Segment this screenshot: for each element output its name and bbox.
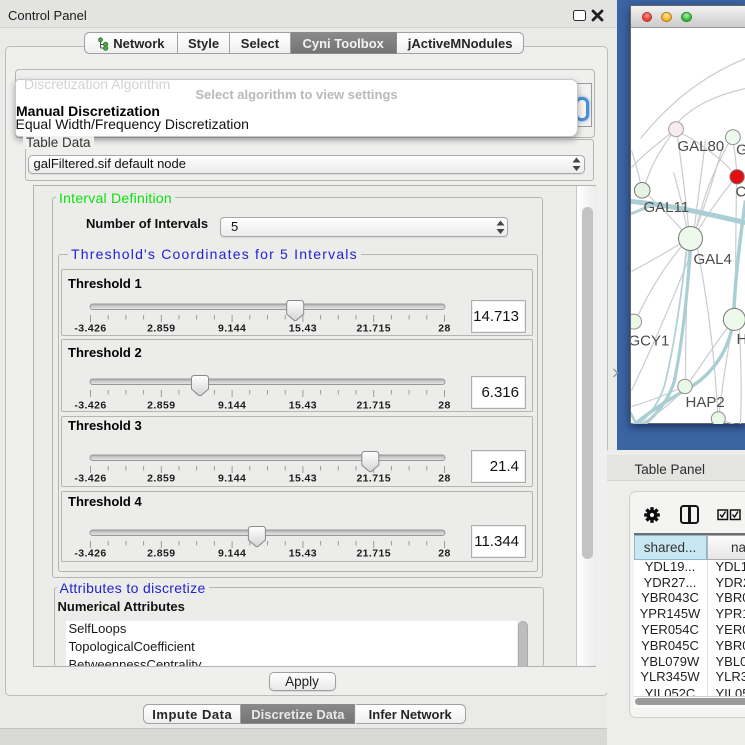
svg-text:GAL4: GAL4 [693,251,731,268]
svg-text:28: 28 [438,400,450,412]
svg-text:2.859: 2.859 [147,400,175,412]
svg-text:28: 28 [438,473,450,485]
svg-text:9.144: 9.144 [218,323,246,335]
svg-text:2.859: 2.859 [147,323,175,335]
svg-text:28: 28 [438,323,450,335]
svg-text:21.715: 21.715 [356,548,391,560]
svg-text:C: C [735,183,745,200]
svg-text:21.715: 21.715 [356,323,391,335]
svg-text:2.859: 2.859 [147,473,175,485]
svg-text:15.43: 15.43 [289,323,317,335]
svg-text:21.715: 21.715 [356,473,391,485]
svg-text:-3.426: -3.426 [74,473,106,485]
svg-text:9.144: 9.144 [218,473,246,485]
svg-text:GA: GA [736,141,745,158]
svg-text:-3.426: -3.426 [74,323,106,335]
svg-text:-3.426: -3.426 [74,400,106,412]
svg-text:-3.426: -3.426 [74,548,106,560]
svg-text:15.43: 15.43 [289,400,317,412]
svg-text:15.43: 15.43 [289,548,317,560]
svg-text:H: H [736,331,745,348]
svg-text:2.859: 2.859 [147,548,175,560]
svg-text:15.43: 15.43 [289,473,317,485]
svg-text:GAL11: GAL11 [643,199,689,216]
svg-text:GCY1: GCY1 [631,332,669,349]
svg-text:9.144: 9.144 [218,548,246,560]
svg-text:HAP2: HAP2 [685,394,724,411]
svg-text:21.715: 21.715 [356,400,391,412]
svg-text:28: 28 [438,548,450,560]
svg-text:9.144: 9.144 [218,400,246,412]
svg-text:GAL80: GAL80 [677,138,724,155]
